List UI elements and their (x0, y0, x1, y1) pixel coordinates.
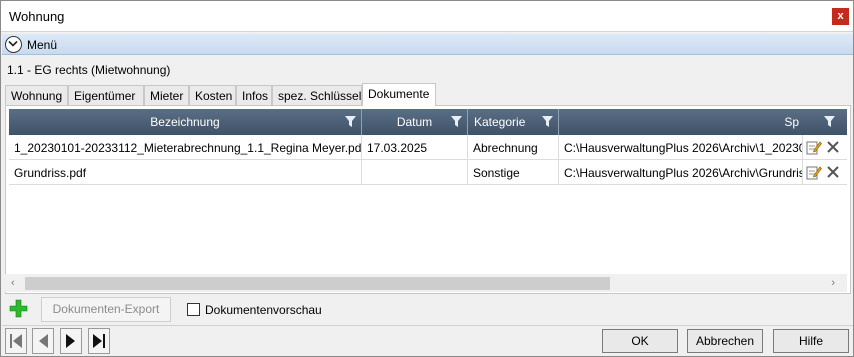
cell-kategorie: Sonstige (468, 160, 559, 185)
export-button[interactable]: Dokumenten-Export (41, 297, 171, 322)
title-bar: Wohnung x (1, 1, 853, 32)
window-title: Wohnung (9, 9, 65, 24)
preview-checkbox-label[interactable]: Dokumentenvorschau (205, 303, 322, 317)
breadcrumb: 1.1 - EG rechts (Mietwohnung) (7, 63, 171, 77)
nav-next-button[interactable] (60, 328, 82, 354)
grid-header: Bezeichnung Datum Kategorie Sp (9, 109, 847, 135)
dialog-window: Wohnung x Menü 1.1 - EG rechts (Mietwohn… (0, 0, 854, 357)
tab-mieter[interactable]: Mieter (144, 85, 189, 105)
scroll-left-icon[interactable]: ‹ (11, 277, 15, 289)
nav-last-button[interactable] (88, 328, 110, 354)
column-header-actions[interactable] (803, 109, 847, 135)
scroll-right-icon[interactable]: › (831, 277, 835, 289)
scrollbar-thumb[interactable] (25, 277, 610, 290)
close-button[interactable]: x (832, 8, 849, 25)
edit-icon[interactable] (806, 139, 822, 155)
first-record-icon (10, 334, 22, 348)
cell-bezeichnung: Grundriss.pdf (9, 160, 362, 185)
documents-panel: Bezeichnung Datum Kategorie Sp 1_2023010… (5, 105, 851, 294)
tab-wohnung[interactable]: Wohnung (5, 85, 68, 105)
footer-divider (2, 325, 853, 326)
edit-icon[interactable] (806, 164, 822, 180)
tab-kosten[interactable]: Kosten (189, 85, 236, 105)
filter-icon[interactable] (451, 116, 462, 127)
tab-eigentuemer[interactable]: Eigentümer (68, 85, 144, 105)
cell-datum: 17.03.2025 (362, 135, 468, 160)
nav-prev-button[interactable] (32, 328, 54, 354)
ok-button[interactable]: OK (602, 329, 678, 353)
menu-label[interactable]: Menü (27, 38, 57, 52)
previous-record-icon (39, 334, 48, 348)
tab-dokumente[interactable]: Dokumente (362, 83, 436, 106)
next-record-icon (66, 334, 75, 348)
column-header-datum[interactable]: Datum (362, 109, 468, 135)
chevron-down-circle-icon[interactable] (5, 36, 22, 53)
cell-datum (362, 160, 468, 185)
tab-spez-schluessel[interactable]: spez. Schlüssel (272, 85, 362, 105)
preview-checkbox[interactable] (187, 303, 200, 316)
delete-icon[interactable] (825, 164, 841, 180)
column-header-speicherort[interactable]: Sp (559, 109, 803, 135)
filter-icon[interactable] (345, 116, 356, 127)
delete-icon[interactable] (825, 139, 841, 155)
cell-speicherort: C:\HausverwaltungPlus 2026\Archiv\Grundr… (559, 160, 803, 185)
add-document-icon[interactable] (9, 299, 28, 318)
column-header-bezeichnung[interactable]: Bezeichnung (9, 109, 362, 135)
nav-first-button[interactable] (5, 328, 27, 354)
cell-kategorie: Abrechnung (468, 135, 559, 160)
help-button[interactable]: Hilfe (773, 329, 849, 353)
cell-speicherort: C:\HausverwaltungPlus 2026\Archiv\1_2023… (559, 135, 803, 160)
tab-infos[interactable]: Infos (236, 85, 272, 105)
horizontal-scrollbar[interactable]: ‹ › (5, 274, 847, 292)
table-row[interactable]: Grundriss.pdf Sonstige C:\Hausverwaltung… (9, 160, 847, 185)
column-header-kategorie[interactable]: Kategorie (468, 109, 559, 135)
table-row[interactable]: 1_20230101-20233112_Mieterabrechnung_1.1… (9, 135, 847, 160)
filter-icon[interactable] (824, 116, 835, 127)
cancel-button[interactable]: Abbrechen (687, 329, 763, 353)
last-record-icon (93, 334, 105, 348)
menu-bar[interactable]: Menü (2, 34, 853, 55)
filter-icon[interactable] (542, 116, 553, 127)
cell-bezeichnung: 1_20230101-20233112_Mieterabrechnung_1.1… (9, 135, 362, 160)
